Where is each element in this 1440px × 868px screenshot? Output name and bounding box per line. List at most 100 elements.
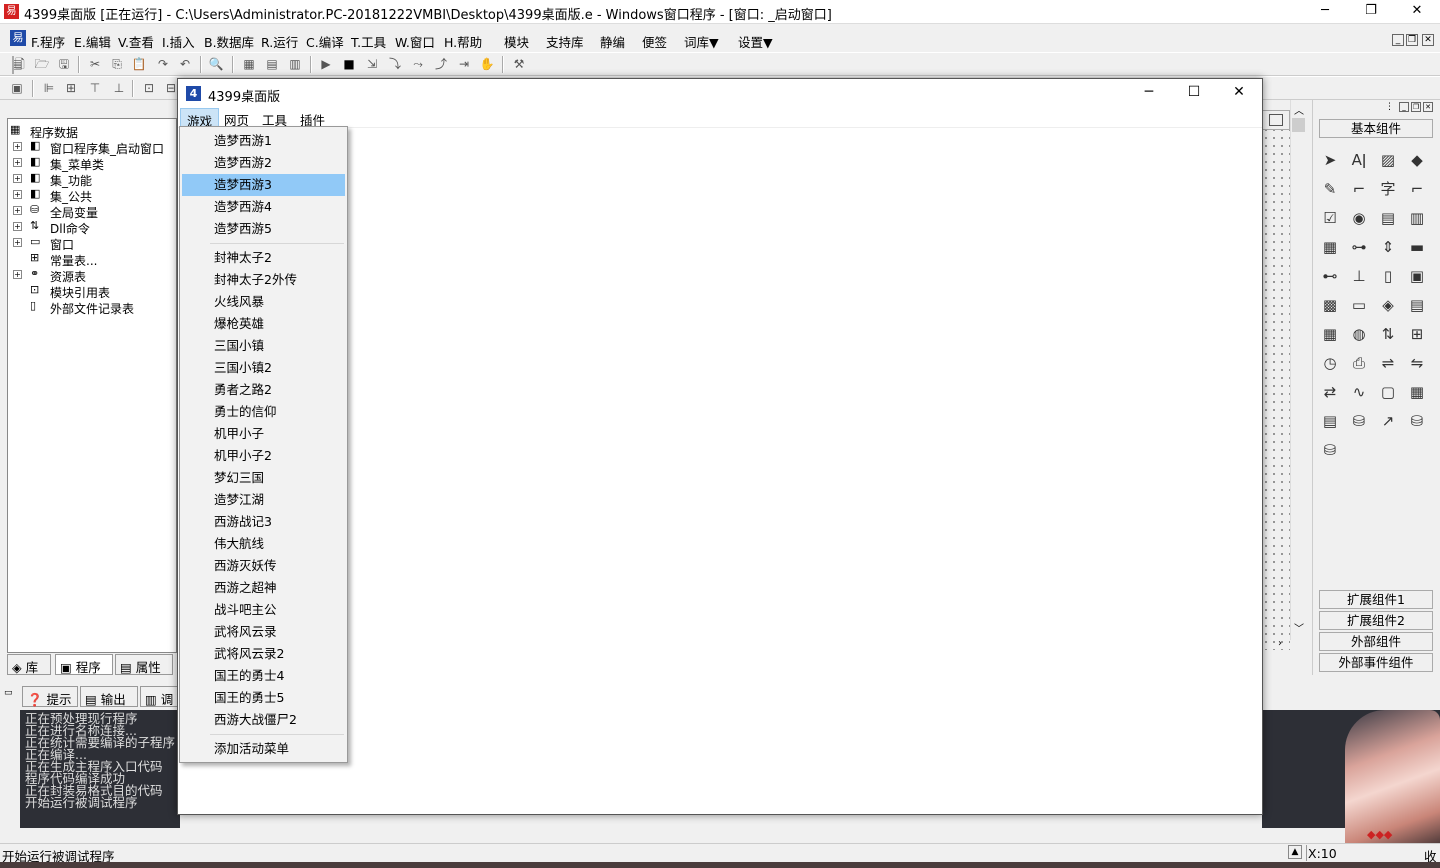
radio-icon[interactable]: ◉ — [1346, 206, 1372, 230]
tree-item[interactable]: + ◧ 窗口程序集_启动窗口 — [8, 139, 176, 156]
app-maximize-button[interactable]: ☐ — [1171, 79, 1217, 108]
h-scroll-icon[interactable]: ⊷ — [1317, 264, 1343, 288]
step-icon[interactable]: ⇲ — [363, 56, 381, 72]
menu-note[interactable]: 便签 — [642, 32, 667, 51]
app-close-button[interactable]: ✕ — [1216, 79, 1262, 108]
tree-item[interactable]: + ◧ 集_功能 — [8, 171, 176, 188]
tree-item[interactable]: + ⛁ 全局变量 — [8, 203, 176, 220]
mdi-minimize-icon[interactable]: _ — [1392, 34, 1404, 46]
edit-box-icon[interactable]: ✎ — [1317, 177, 1343, 201]
restore-button[interactable]: ❐ — [1348, 0, 1394, 24]
games-menu-item[interactable]: 西游灭妖传 — [182, 555, 345, 577]
games-menu-item[interactable]: 西游之超神 — [182, 577, 345, 599]
expand-icon[interactable]: + — [13, 222, 22, 231]
align-bottom-icon[interactable]: ⊥ — [110, 80, 128, 96]
tab-library[interactable]: ◈ 库 — [7, 654, 51, 675]
ext-components2-button[interactable]: 扩展组件2 — [1319, 611, 1433, 630]
app-menu-tools[interactable]: 工具 — [256, 108, 293, 128]
tree-item[interactable]: ▯ 外部文件记录表 — [8, 299, 176, 317]
games-menu-item[interactable]: 三国小镇2 — [182, 357, 345, 379]
client-icon[interactable]: ⇋ — [1404, 351, 1430, 375]
tab-debug[interactable]: ▥ 调 — [140, 686, 180, 707]
image-list-icon[interactable]: ▣ — [1404, 264, 1430, 288]
redo-icon[interactable]: ↷ — [154, 56, 172, 72]
minimize-button[interactable]: ─ — [1302, 0, 1348, 24]
games-menu-item[interactable]: 造梦江湖 — [182, 489, 345, 511]
step-into-icon[interactable]: ⤵ — [386, 56, 404, 72]
odbc-link-icon[interactable]: ⛁ — [1317, 438, 1343, 462]
games-menu-item[interactable]: 梦幻三国 — [182, 467, 345, 489]
menu-database[interactable]: B.数据库 — [204, 32, 254, 51]
app-menu-games[interactable]: 游戏 — [180, 108, 220, 129]
tree-item[interactable]: + ◧ 集_菜单类 — [8, 155, 176, 172]
games-menu-item[interactable]: 三国小镇 — [182, 335, 345, 357]
db-link-icon[interactable]: ⛁ — [1346, 409, 1372, 433]
tree-item[interactable]: + ⚭ 资源表 — [8, 267, 176, 284]
layout1-icon[interactable]: ▦ — [240, 56, 258, 72]
panel-restore-icon[interactable]: ❐ — [1411, 102, 1421, 112]
globe-icon[interactable]: ◍ — [1346, 322, 1372, 346]
output-pin-icon[interactable]: ▭ — [0, 686, 20, 706]
align-center-icon[interactable]: ⊞ — [62, 80, 80, 96]
step-out-icon[interactable]: ⤴ — [432, 56, 450, 72]
menu-compile[interactable]: C.编译 — [306, 32, 344, 51]
label-icon[interactable]: Aǀ — [1346, 148, 1372, 172]
paste-icon[interactable]: 📋 — [130, 56, 148, 72]
games-menu-item[interactable]: 勇士的信仰 — [182, 401, 345, 423]
menu-window[interactable]: W.窗口 — [395, 32, 435, 51]
menu-view[interactable]: V.查看 — [118, 32, 154, 51]
expand-icon[interactable]: + — [13, 238, 22, 247]
basic-components-button[interactable]: 基本组件 — [1319, 119, 1433, 138]
external-event-components-button[interactable]: 外部事件组件 — [1319, 653, 1433, 672]
tab-hint[interactable]: ❓ 提示 — [22, 686, 78, 707]
cut-icon[interactable]: ✂ — [86, 56, 104, 72]
games-menu-item[interactable]: 造梦西游1 — [182, 130, 345, 152]
close-button[interactable]: ✕ — [1394, 0, 1440, 24]
design-vertical-scrollbar[interactable]: ︿ ﹀ — [1290, 100, 1306, 640]
app-menu-plugins[interactable]: 插件 — [294, 108, 331, 128]
expand-icon[interactable]: + — [13, 270, 22, 279]
mdi-restore-icon[interactable]: ❐ — [1406, 34, 1418, 46]
ruler-icon[interactable]: ⊶ — [1346, 235, 1372, 259]
status-icon[interactable]: ▦ — [1404, 380, 1430, 404]
frame-icon[interactable]: ▢ — [1375, 380, 1401, 404]
combo-box-icon[interactable]: ▤ — [1375, 206, 1401, 230]
chart-icon[interactable]: ↗ — [1375, 409, 1401, 433]
find-icon[interactable]: 🔍 — [207, 56, 225, 72]
scroll-right-arrow-icon[interactable]: › — [1278, 638, 1282, 649]
hand-icon[interactable]: ✋ — [478, 56, 496, 72]
app-minimize-button[interactable]: ─ — [1126, 79, 1172, 108]
timer-icon[interactable]: ◷ — [1317, 351, 1343, 375]
menu-lexicon[interactable]: 词库▼ — [684, 32, 719, 51]
tree-item[interactable]: ▦ 程序数据 — [8, 123, 176, 141]
v-scroll-icon[interactable]: ⊥ — [1346, 264, 1372, 288]
checkbox-icon[interactable]: ☑ — [1317, 206, 1343, 230]
database-icon[interactable]: ▤ — [1317, 409, 1343, 433]
menu-program[interactable]: F.程序 — [31, 32, 65, 51]
layout2-icon[interactable]: ▤ — [263, 56, 281, 72]
progress-icon[interactable]: ▬ — [1404, 235, 1430, 259]
menu-module[interactable]: 模块 — [504, 32, 529, 51]
pipe-icon[interactable]: ∿ — [1346, 380, 1372, 404]
scroll-down-arrow-icon[interactable]: ﹀ — [1294, 620, 1304, 635]
pointer-icon[interactable]: ➤ — [1317, 148, 1343, 172]
games-menu-item[interactable]: 武将风云录2 — [182, 643, 345, 665]
debug-tool-icon[interactable]: ⚒ — [510, 56, 528, 72]
group-box-icon[interactable]: ⌐ — [1346, 177, 1372, 201]
table-icon[interactable]: ⊞ — [1404, 322, 1430, 346]
picture-box-icon[interactable]: ▨ — [1375, 148, 1401, 172]
tree-item[interactable]: ⊡ 模块引用表 — [8, 283, 176, 301]
mdi-close-icon[interactable]: ✕ — [1422, 34, 1434, 46]
games-menu-item[interactable]: 火线风暴 — [182, 291, 345, 313]
expand-icon[interactable]: + — [13, 158, 22, 167]
calendar-icon[interactable]: ▩ — [1317, 293, 1343, 317]
align-left-icon[interactable]: ⊫ — [40, 80, 58, 96]
menu-help[interactable]: H.帮助 — [444, 32, 482, 51]
menu-static-compile[interactable]: 静编 — [600, 32, 625, 51]
tree-item[interactable]: ⊞ 常量表... — [8, 251, 176, 269]
expand-icon[interactable]: + — [13, 142, 22, 151]
form-design-grid[interactable] — [1262, 110, 1290, 650]
games-menu-item[interactable]: 勇者之路2 — [182, 379, 345, 401]
menu-edit[interactable]: E.编辑 — [74, 32, 111, 51]
layout3-icon[interactable]: ▥ — [286, 56, 304, 72]
